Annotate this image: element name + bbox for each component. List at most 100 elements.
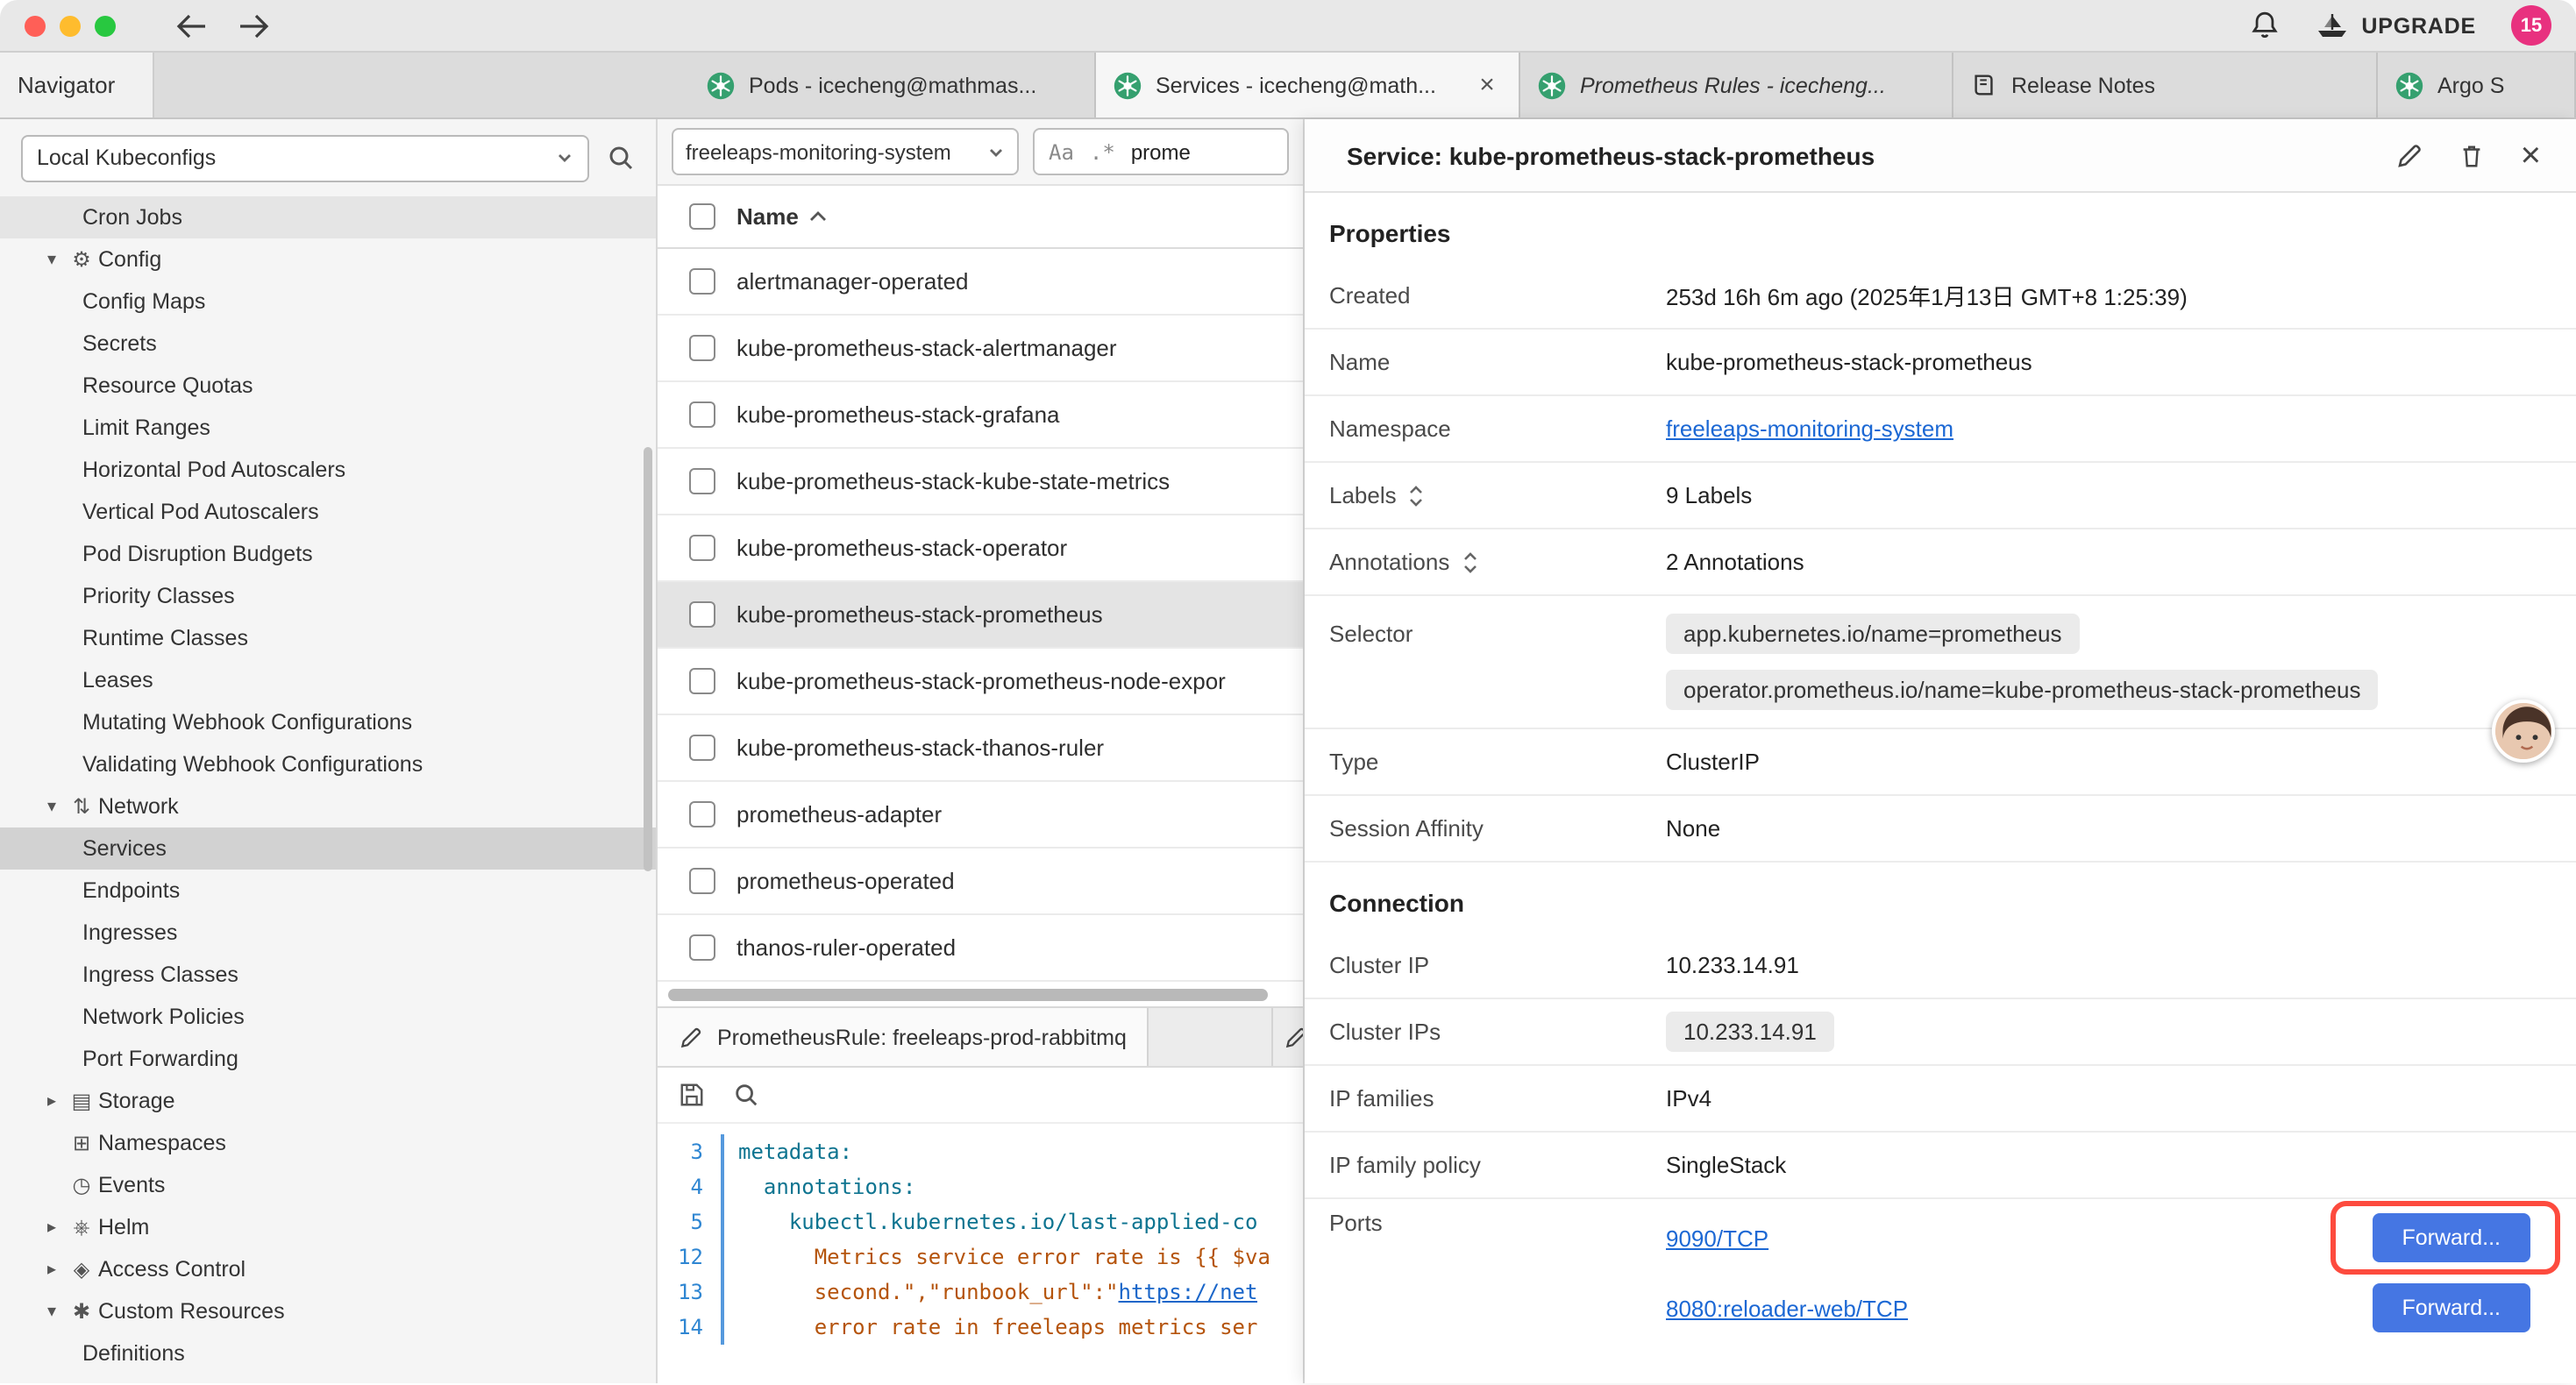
sidebar-item[interactable]: Limit Ranges [0,407,656,449]
close-tab-icon[interactable]: × [1473,71,1501,99]
expand-toggle-icon[interactable] [1462,551,1477,572]
sidebar-item[interactable]: Runtime Classes [0,617,656,659]
forward-button[interactable]: Forward... [2372,1283,2530,1332]
expand-toggle-icon[interactable] [1409,485,1425,506]
kubeconfig-dropdown[interactable]: Local Kubeconfigs [21,134,589,181]
select-all-checkbox[interactable] [689,203,715,230]
user-avatar[interactable] [2492,700,2555,763]
sidebar-item[interactable]: Config Maps [0,281,656,323]
sidebar-item[interactable]: ▾ Config [0,238,656,281]
row-checkbox[interactable] [689,401,715,428]
tree-chevron-icon[interactable]: ▸ [39,1218,65,1237]
sidebar-item[interactable]: Leases [0,659,656,701]
row-checkbox[interactable] [689,735,715,761]
sidebar-item[interactable]: Cron Jobs [0,196,656,238]
row-checkbox[interactable] [689,668,715,694]
editor-tab[interactable]: Pods - icecheng@mathmas... [689,53,1096,117]
table-row[interactable]: prometheus-adapter [658,782,1303,849]
table-row[interactable]: thanos-ruler-operated [658,915,1303,982]
yaml-editor[interactable]: 3 metadata: 4 annotations: 5 kubectl.kub… [658,1124,1303,1383]
table-row[interactable]: kube-prometheus-stack-kube-state-metrics [658,449,1303,515]
table-row[interactable]: kube-prometheus-stack-prometheus [658,582,1303,649]
row-checkbox[interactable] [689,801,715,827]
sidebar-item[interactable]: Horizontal Pod Autoscalers [0,449,656,491]
close-window-button[interactable] [25,15,46,36]
sidebar-item[interactable]: Priority Classes [0,575,656,617]
sidebar-item[interactable]: Endpoints [0,870,656,912]
sidebar-item[interactable]: ▸ Access Control [0,1248,656,1290]
notification-count-badge[interactable]: 15 [2511,5,2551,46]
table-row[interactable]: kube-prometheus-stack-thanos-ruler [658,715,1303,782]
regex-toggle[interactable]: .* [1090,139,1115,164]
tree-chevron-icon[interactable]: ▸ [39,1260,65,1279]
tree-chevron-icon[interactable]: ▾ [39,797,65,816]
sidebar-item[interactable]: Pod Disruption Budgets [0,533,656,575]
notifications-bell-icon[interactable] [2249,11,2279,40]
ports-row: Ports 9090/TCP Forward... [1305,1199,2576,1350]
dock-tab-prometheusrule[interactable]: PrometheusRule: freeleaps-prod-rabbitmq [658,1008,1149,1066]
sidebar-item[interactable]: Network Policies [0,996,656,1038]
sidebar-item[interactable]: ▾ Network [0,785,656,827]
name-column-header[interactable]: Name [737,203,829,230]
sidebar-item[interactable]: ▸ Helm [0,1206,656,1248]
zoom-window-button[interactable] [95,15,116,36]
minimize-window-button[interactable] [60,15,81,36]
editor-tab[interactable]: Prometheus Rules - icecheng... [1520,53,1953,117]
sidebar-scrollbar[interactable] [644,447,652,871]
tree-chevron-icon[interactable]: ▸ [39,1091,65,1111]
row-checkbox[interactable] [689,601,715,628]
row-checkbox[interactable] [689,868,715,894]
forward-icon[interactable] [238,13,270,38]
delete-icon[interactable] [2459,141,2486,169]
sidebar-item[interactable]: Services [0,827,656,870]
upgrade-button[interactable]: UPGRADE [2314,11,2476,39]
close-panel-icon[interactable]: × [2521,138,2541,173]
table-row[interactable]: kube-prometheus-stack-prometheus-node-ex… [658,649,1303,715]
port-link[interactable]: 9090/TCP [1666,1225,1768,1251]
table-row[interactable]: alertmanager-operated [658,249,1303,316]
table-row[interactable]: kube-prometheus-stack-alertmanager [658,316,1303,382]
sidebar-item[interactable]: Namespaces [0,1122,656,1164]
table-row[interactable]: prometheus-operated [658,849,1303,915]
scrollbar-thumb[interactable] [668,988,1268,1000]
back-icon[interactable] [175,13,207,38]
sidebar-item[interactable]: Definitions [0,1332,656,1374]
port-link[interactable]: 8080:reloader-web/TCP [1666,1295,1908,1321]
row-checkbox[interactable] [689,535,715,561]
editor-tab[interactable]: Services - icecheng@math... × [1096,53,1520,117]
editor-tab[interactable]: Argo S [2378,53,2576,117]
editor-tab[interactable]: Release Notes [1953,53,2378,117]
table-row[interactable]: kube-prometheus-stack-operator [658,515,1303,582]
row-checkbox[interactable] [689,934,715,961]
namespace-link[interactable]: freeleaps-monitoring-system [1666,416,2576,442]
tree-chevron-icon[interactable]: ▾ [39,1302,65,1321]
row-checkbox[interactable] [689,268,715,295]
sidebar-item[interactable]: ▸ Storage [0,1080,656,1122]
table-row[interactable]: kube-prometheus-stack-grafana [658,382,1303,449]
match-case-toggle[interactable]: Aa [1049,139,1074,164]
row-checkbox[interactable] [689,335,715,361]
save-icon[interactable] [679,1082,705,1108]
sidebar-item[interactable]: Validating Webhook Configurations [0,743,656,785]
sidebar-item[interactable]: Secrets [0,323,656,365]
forward-button[interactable]: Forward... [2372,1213,2530,1262]
tree-chevron-icon[interactable]: ▾ [39,250,65,269]
sidebar-item[interactable]: Resource Quotas [0,365,656,407]
horizontal-scrollbar[interactable] [658,982,1303,1006]
sidebar-item[interactable]: Ingresses [0,912,656,954]
dock-tab-partial[interactable] [1271,1008,1303,1066]
sidebar-item[interactable]: Port Forwarding [0,1038,656,1080]
sort-ascending-icon [809,210,829,223]
edit-icon[interactable] [2396,141,2424,169]
sidebar-item[interactable]: Vertical Pod Autoscalers [0,491,656,533]
search-input[interactable]: Aa .* prome [1033,128,1289,175]
row-checkbox[interactable] [689,468,715,494]
sidebar-item[interactable]: Ingress Classes [0,954,656,996]
sidebar-search-icon[interactable] [607,144,635,172]
sidebar-item[interactable]: ▾ Custom Resources [0,1290,656,1332]
namespace-filter-dropdown[interactable]: freeleaps-monitoring-system [672,128,1019,175]
editor-search-icon[interactable] [733,1082,759,1108]
sidebar-item-label: Vertical Pod Autoscalers [82,500,319,524]
sidebar-item[interactable]: Mutating Webhook Configurations [0,701,656,743]
sidebar-item[interactable]: Events [0,1164,656,1206]
